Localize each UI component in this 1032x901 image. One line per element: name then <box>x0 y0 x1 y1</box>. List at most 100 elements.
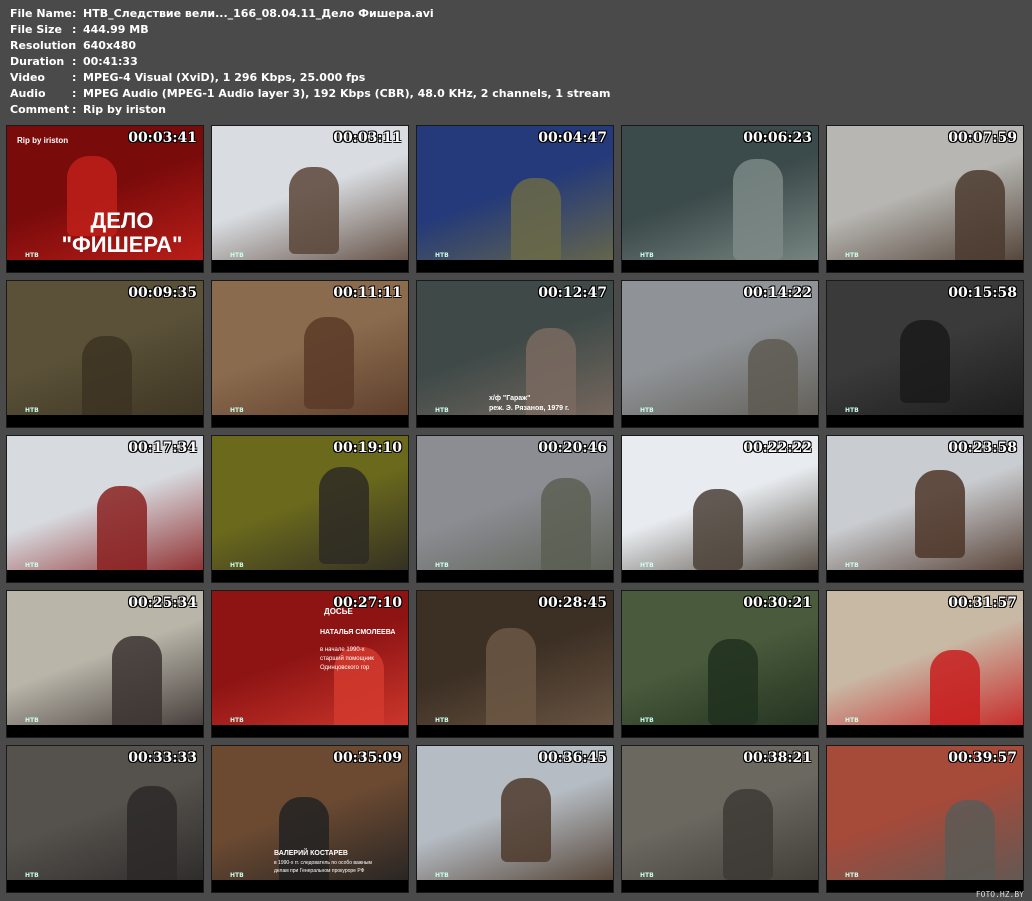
video-thumbnail[interactable]: НТВ 00:28:45 <box>416 590 614 738</box>
thumbnail-bottom-bar <box>622 570 818 582</box>
dossier-description: в начале 1990-х <box>320 647 365 653</box>
timestamp-label: 00:39:57 <box>948 750 1017 766</box>
video-thumbnail[interactable]: НТВ 00:07:59 <box>826 125 1024 273</box>
thumbnail-scene <box>127 786 177 886</box>
thumbnail-bottom-bar <box>7 260 203 272</box>
info-separator: : <box>72 55 77 68</box>
video-thumbnail[interactable]: НТВ 00:36:45 <box>416 745 614 893</box>
video-thumbnail[interactable]: НТВ 00:11:11 <box>211 280 409 428</box>
thumbnail-bottom-bar <box>622 415 818 427</box>
info-key: Audio <box>10 87 46 100</box>
thumbnail-scene <box>319 467 369 564</box>
thumbnail-scene <box>279 797 329 892</box>
timestamp-label: 00:14:22 <box>743 285 812 301</box>
thumbnail-scene <box>955 170 1005 272</box>
thumbnail-bottom-bar <box>212 415 408 427</box>
thumbnail-scene <box>501 778 551 862</box>
rip-credit-label: Rip by iriston <box>17 136 69 145</box>
video-thumbnail[interactable]: НТВ 00:27:10 ДОСЬЕ НАТАЛЬЯ СМОЛЕЕВА в начале… <box>211 590 409 738</box>
timestamp-label: 00:36:45 <box>538 750 607 766</box>
thumbnail-bottom-bar <box>7 415 203 427</box>
video-thumbnail[interactable]: НТВ 00:38:21 <box>621 745 819 893</box>
timestamp-label: 00:12:47 <box>538 285 607 301</box>
thumbnail-bottom-bar <box>212 570 408 582</box>
video-thumbnail[interactable]: НТВ 00:12:47 х/ф "Гараж" реж. Э. Рязанов, 1… <box>416 280 614 428</box>
info-key: File Name <box>10 7 72 20</box>
info-separator: : <box>72 103 77 116</box>
info-row: Duration:00:41:33 <box>10 54 611 70</box>
video-thumbnail[interactable]: НТВ 00:04:47 <box>416 125 614 273</box>
video-thumbnail[interactable]: НТВ 00:03:11 <box>211 125 409 273</box>
thumbnail-scene <box>708 639 758 725</box>
video-thumbnail[interactable]: НТВ 00:20:46 <box>416 435 614 583</box>
ntv-logo: НТВ <box>230 562 244 569</box>
video-thumbnail[interactable]: НТВ 00:31:57 <box>826 590 1024 738</box>
info-value: 444.99 MB <box>83 23 149 36</box>
timestamp-label: 00:09:35 <box>128 285 197 301</box>
info-value: НТВ_Следствие вели..._166_08.04.11_Дело … <box>83 7 434 20</box>
ntv-logo: НТВ <box>845 407 859 414</box>
video-thumbnail[interactable]: НТВ 00:23:58 <box>826 435 1024 583</box>
thumbnail-scene <box>723 789 773 880</box>
video-thumbnail[interactable]: НТВ 00:03:41 Rip by iriston ДЕЛО "ФИШЕРА" <box>6 125 204 273</box>
timestamp-label: 00:04:47 <box>538 130 607 146</box>
timestamp-label: 00:31:57 <box>948 595 1017 611</box>
video-thumbnail[interactable]: НТВ 00:33:33 <box>6 745 204 893</box>
timestamp-label: 00:06:23 <box>743 130 812 146</box>
thumbnail-bottom-bar <box>7 570 203 582</box>
info-key: Resolution <box>10 39 77 52</box>
timestamp-label: 00:28:45 <box>538 595 607 611</box>
ntv-logo: НТВ <box>230 717 244 724</box>
video-thumbnail[interactable]: НТВ 00:15:58 <box>826 280 1024 428</box>
thumbnail-bottom-bar <box>827 260 1023 272</box>
interviewee-description: делам при Генеральном прокуроре РФ <box>274 868 365 874</box>
thumbnail-scene <box>733 159 783 260</box>
thumbnail-bottom-bar <box>417 570 613 582</box>
thumbnail-scene <box>693 489 743 570</box>
ntv-logo: НТВ <box>230 872 244 879</box>
film-caption-line2: реж. Э. Рязанов, 1979 г. <box>489 405 570 412</box>
timestamp-label: 00:38:21 <box>743 750 812 766</box>
video-thumbnail[interactable]: НТВ 00:30:21 <box>621 590 819 738</box>
thumbnail-scene <box>112 636 162 731</box>
dossier-description: Одинцовского гор <box>320 665 370 671</box>
thumbnail-scene <box>526 328 576 427</box>
ntv-logo: НТВ <box>25 872 39 879</box>
video-thumbnail[interactable]: НТВ 00:39:57 <box>826 745 1024 893</box>
info-key: Comment <box>10 103 70 116</box>
timestamp-label: 00:33:33 <box>128 750 197 766</box>
thumbnail-bottom-bar <box>212 880 408 892</box>
video-thumbnail[interactable]: НТВ 00:19:10 <box>211 435 409 583</box>
info-row: Audio: MPEG Audio (MPEG-1 Audio layer 3),… <box>10 86 611 102</box>
info-separator: : <box>72 39 77 52</box>
thumbnail-scene <box>82 336 132 421</box>
video-thumbnail[interactable]: НТВ 00:25:34 <box>6 590 204 738</box>
timestamp-label: 00:19:10 <box>333 440 402 456</box>
timestamp-label: 00:35:09 <box>333 750 402 766</box>
thumbnail-bottom-bar <box>417 725 613 737</box>
timestamp-label: 00:11:11 <box>333 285 402 301</box>
thumbnail-scene <box>486 628 536 737</box>
timestamp-label: 00:20:46 <box>538 440 607 456</box>
thumbnail-bottom-bar <box>827 570 1023 582</box>
thumbnail-bottom-bar <box>622 880 818 892</box>
ntv-logo: НТВ <box>640 717 654 724</box>
info-row: File Name: НТВ_Следствие вели..._166_08.0… <box>10 6 611 22</box>
video-thumbnail[interactable]: НТВ 00:22:22 <box>621 435 819 583</box>
info-separator: : <box>72 7 77 20</box>
thumbnail-bottom-bar <box>7 880 203 892</box>
ntv-logo: НТВ <box>845 562 859 569</box>
thumbnail-scene <box>304 317 354 409</box>
video-thumbnail[interactable]: НТВ 00:35:09 ВАЛЕРИЙ КОСТАРЕВ в 1990-х гг. … <box>211 745 409 893</box>
video-thumbnail[interactable]: НТВ 00:09:35 <box>6 280 204 428</box>
info-value: MPEG-4 Visual (XviD), 1 296 Kbps, 25.000… <box>83 71 366 84</box>
interviewee-description: в 1990-х гг. следователь по особо важным <box>274 860 372 866</box>
video-thumbnail[interactable]: НТВ 00:06:23 <box>621 125 819 273</box>
title-card-line1: ДЕЛО <box>90 208 154 233</box>
interviewee-name: ВАЛЕРИЙ КОСТАРЕВ <box>274 850 348 857</box>
video-thumbnail[interactable]: НТВ 00:17:34 <box>6 435 204 583</box>
timestamp-label: 00:17:34 <box>128 440 197 456</box>
video-thumbnail[interactable]: НТВ 00:14:22 <box>621 280 819 428</box>
info-row: Video: MPEG-4 Visual (XviD), 1 296 Kbps, … <box>10 70 611 86</box>
ntv-logo: НТВ <box>640 872 654 879</box>
